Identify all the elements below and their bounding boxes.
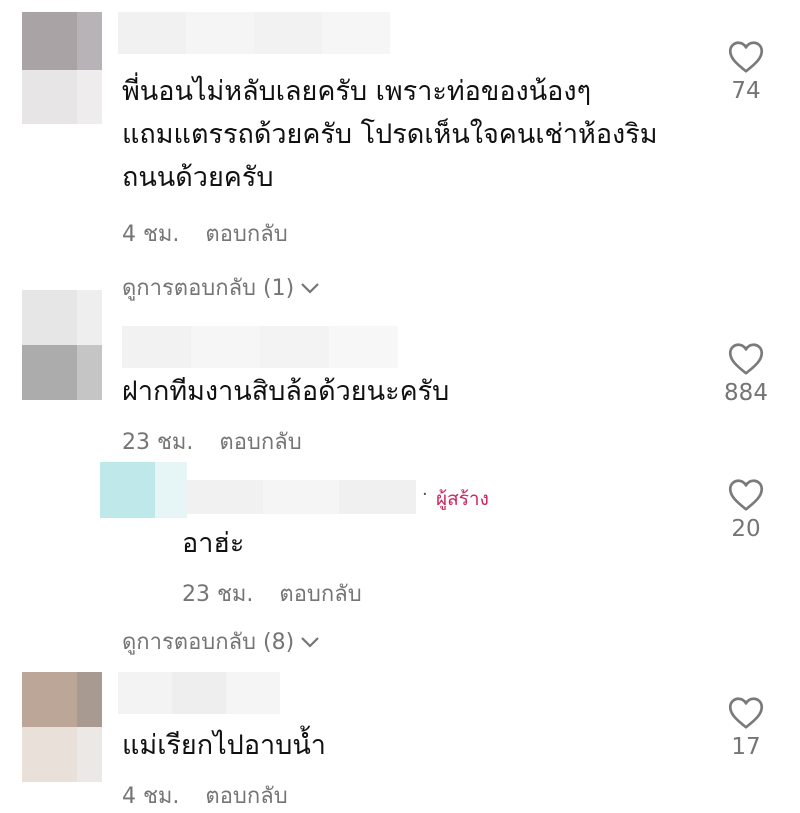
reply-button[interactable]: ตอบกลับ xyxy=(279,576,361,611)
timestamp: 4 ชม. xyxy=(122,222,180,247)
username-blurred[interactable] xyxy=(118,672,280,714)
timestamp: 23 ชม. xyxy=(182,582,254,607)
chevron-down-icon xyxy=(301,282,319,294)
avatar[interactable] xyxy=(22,672,102,782)
heart-outline-icon xyxy=(728,41,764,73)
view-replies-label: ดูการตอบกลับ (1) xyxy=(122,276,295,301)
like-button[interactable]: 74 xyxy=(724,40,768,104)
like-count: 884 xyxy=(724,380,768,406)
comment-text-line: พี่นอนไม่หลับเลยครับ เพราะท่อของน้องๆ xyxy=(122,76,592,107)
separator-dot: · xyxy=(422,484,428,505)
timestamp: 4 ชม. xyxy=(122,784,180,809)
reply-button[interactable]: ตอบกลับ xyxy=(205,216,287,251)
view-replies-button[interactable]: ดูการตอบกลับ (8) xyxy=(122,624,320,659)
username-blurred[interactable] xyxy=(122,326,398,368)
avatar[interactable] xyxy=(22,290,102,400)
chevron-down-icon xyxy=(301,636,319,648)
comment-text: แม่เรียกไปอาบน้ำ xyxy=(122,730,326,761)
creator-avatar[interactable] xyxy=(100,462,187,518)
comment-text-line: แถมแตรรถด้วยครับ โปรดเห็นใจคนเช่าห้องริม xyxy=(122,119,658,150)
reply-meta: 23 ชม. ตอบกลับ xyxy=(182,576,362,611)
username-blurred[interactable] xyxy=(118,12,390,54)
creator-username-blurred[interactable] xyxy=(186,480,417,514)
timestamp: 23 ชม. xyxy=(122,430,194,455)
creator-badge: ผู้สร้าง xyxy=(436,488,489,510)
reply-text: อาฮ่ะ xyxy=(182,528,245,559)
comment-meta: 4 ชม. ตอบกลับ xyxy=(122,216,288,251)
like-count: 17 xyxy=(731,734,761,760)
avatar[interactable] xyxy=(22,12,102,124)
like-button[interactable]: 17 xyxy=(724,696,768,760)
comment-text-line: ถนนด้วยครับ xyxy=(122,162,274,193)
like-button[interactable]: 20 xyxy=(724,478,768,542)
reply-button[interactable]: ตอบกลับ xyxy=(205,778,287,813)
heart-outline-icon xyxy=(728,479,764,511)
heart-outline-icon xyxy=(728,343,764,375)
comment-meta: 23 ชม. ตอบกลับ xyxy=(122,424,302,459)
view-replies-label: ดูการตอบกลับ (8) xyxy=(122,630,295,655)
like-button[interactable]: 884 xyxy=(724,342,768,406)
reply-button[interactable]: ตอบกลับ xyxy=(219,424,301,459)
comment-text: ฝากทีมงานสิบล้อด้วยนะครับ xyxy=(122,376,450,407)
heart-outline-icon xyxy=(728,697,764,729)
view-replies-button[interactable]: ดูการตอบกลับ (1) xyxy=(122,270,320,305)
like-count: 74 xyxy=(731,78,761,104)
like-count: 20 xyxy=(731,516,761,542)
comment-meta: 4 ชม. ตอบกลับ xyxy=(122,778,288,813)
